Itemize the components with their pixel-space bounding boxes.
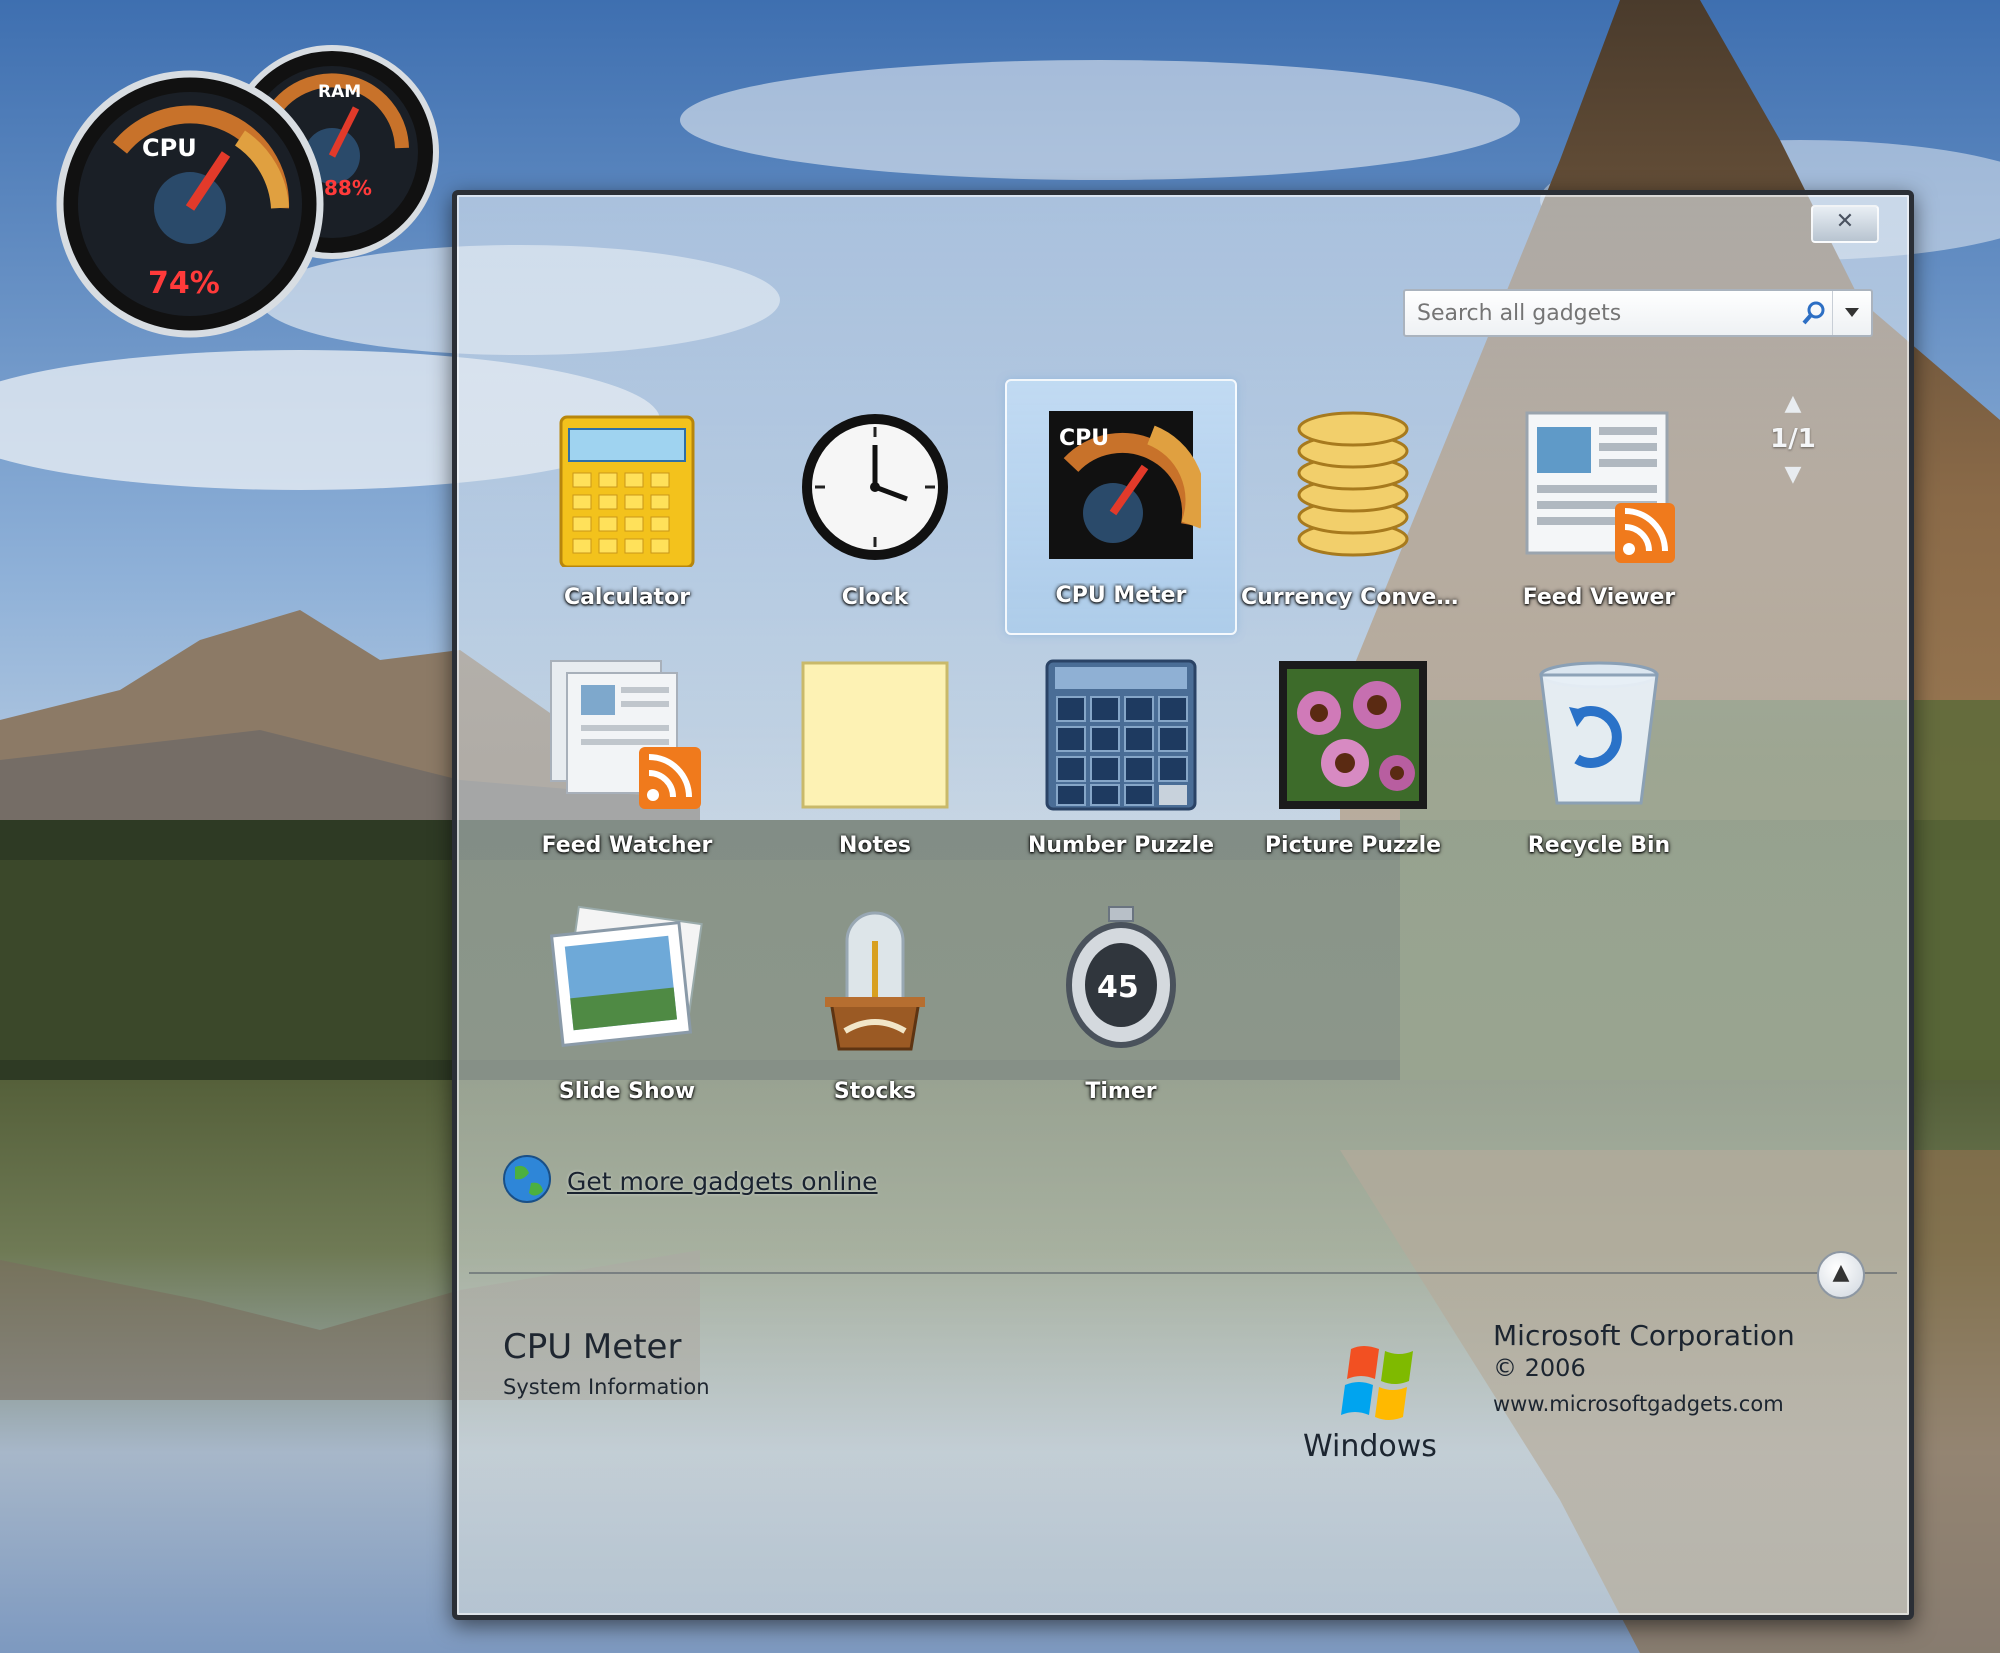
- gadget-tile-feed-watcher[interactable]: Feed Watcher: [511, 639, 743, 879]
- gadget-label: Currency Conversi...: [1241, 585, 1469, 610]
- get-more-gadgets-label: Get more gadgets online: [567, 1166, 878, 1196]
- calculator-icon: [547, 407, 707, 569]
- svg-text:45: 45: [1097, 970, 1139, 1005]
- gadget-tile-clock[interactable]: Clock: [759, 391, 991, 631]
- pager: ▲ 1/1 ▼: [1757, 391, 1829, 487]
- gadget-tile-recycle-bin[interactable]: Recycle Bin: [1483, 639, 1715, 879]
- gadget-tile-stocks[interactable]: Stocks: [759, 885, 991, 1125]
- gadget-tile-timer[interactable]: 45 Timer: [1005, 885, 1237, 1125]
- ram-gauge-value: 88%: [324, 176, 372, 200]
- notes-icon: [795, 655, 955, 815]
- search-box: [1403, 289, 1873, 337]
- gadget-tile-feed-viewer[interactable]: Feed Viewer: [1483, 391, 1715, 631]
- slide-show-icon: [547, 901, 707, 1061]
- details-gadget-category: System Information: [503, 1375, 710, 1399]
- gadget-gallery-window: ✕ ▲ 1/1 ▼ Calculator: [452, 190, 1914, 1620]
- gadget-label: Calculator: [563, 585, 691, 610]
- currency-icon: [1273, 407, 1433, 567]
- recycle-bin-icon: [1519, 655, 1679, 815]
- clock-icon: [795, 407, 955, 567]
- gadget-tile-cpu-meter[interactable]: CPU CPU Meter: [1005, 379, 1237, 635]
- gadget-label: Stocks: [833, 1079, 917, 1104]
- divider: [469, 1272, 1897, 1274]
- gadget-tile-picture-puzzle[interactable]: Picture Puzzle: [1237, 639, 1469, 879]
- gadget-tile-calculator[interactable]: Calculator: [511, 391, 743, 631]
- publisher-info: Microsoft Corporation © 2006 www.microso…: [1493, 1319, 1795, 1416]
- gadget-tile-number-puzzle[interactable]: Number Puzzle: [1005, 639, 1237, 879]
- cpu-meter-gadget[interactable]: CPU 74% RAM 88%: [40, 38, 440, 338]
- number-puzzle-icon: [1041, 655, 1201, 815]
- page-up-arrow-icon[interactable]: ▲: [1757, 391, 1829, 416]
- cpu-meter-icon: CPU: [1041, 405, 1206, 565]
- gadget-label: Clock: [841, 585, 909, 610]
- search-icon[interactable]: [1796, 295, 1832, 331]
- publisher-copyright: © 2006: [1493, 1354, 1586, 1382]
- cpu-gauge-value: 74%: [148, 266, 220, 301]
- timer-icon: 45: [1041, 901, 1201, 1061]
- gadget-label: Slide Show: [558, 1079, 696, 1104]
- page-indicator: 1/1: [1770, 424, 1816, 454]
- picture-puzzle-icon: [1273, 655, 1433, 815]
- gadget-label: Recycle Bin: [1527, 833, 1671, 858]
- page-down-arrow-icon[interactable]: ▼: [1757, 462, 1829, 487]
- gadget-label: CPU Meter: [1055, 583, 1187, 608]
- details-gadget-name: CPU Meter: [503, 1327, 682, 1367]
- get-more-gadgets-link[interactable]: Get more gadgets online: [501, 1153, 878, 1209]
- ram-gauge-label: RAM: [318, 82, 362, 102]
- gadget-label: Notes: [838, 833, 912, 858]
- gadget-label: Timer: [1085, 1079, 1157, 1104]
- gadget-tile-notes[interactable]: Notes: [759, 639, 991, 879]
- chevron-down-icon[interactable]: [1832, 291, 1871, 335]
- gadget-tile-slide-show[interactable]: Slide Show: [511, 885, 743, 1125]
- close-button[interactable]: ✕: [1811, 205, 1879, 243]
- search-input[interactable]: [1405, 292, 1796, 334]
- feed-viewer-icon: [1519, 407, 1679, 567]
- hide-details-button[interactable]: ▲: [1817, 1251, 1865, 1299]
- feed-watcher-icon: [547, 655, 707, 815]
- publisher-url: www.microsoftgadgets.com: [1493, 1392, 1784, 1416]
- stocks-icon: [795, 901, 955, 1061]
- windows-logo-text: Windows: [1303, 1429, 1437, 1464]
- svg-text:CPU: CPU: [1059, 426, 1109, 451]
- gadget-label: Picture Puzzle: [1264, 833, 1442, 858]
- globe-icon: [501, 1153, 553, 1209]
- gadget-label: Number Puzzle: [1027, 833, 1215, 858]
- windows-logo: Windows: [1303, 1335, 1463, 1465]
- gadget-label: Feed Watcher: [541, 833, 713, 858]
- gadget-label: Feed Viewer: [1522, 585, 1676, 610]
- publisher-name: Microsoft Corporation: [1493, 1319, 1795, 1352]
- gadget-tile-currency-conversion[interactable]: Currency Conversi...: [1237, 391, 1469, 631]
- cpu-gauge-label: CPU: [142, 134, 197, 162]
